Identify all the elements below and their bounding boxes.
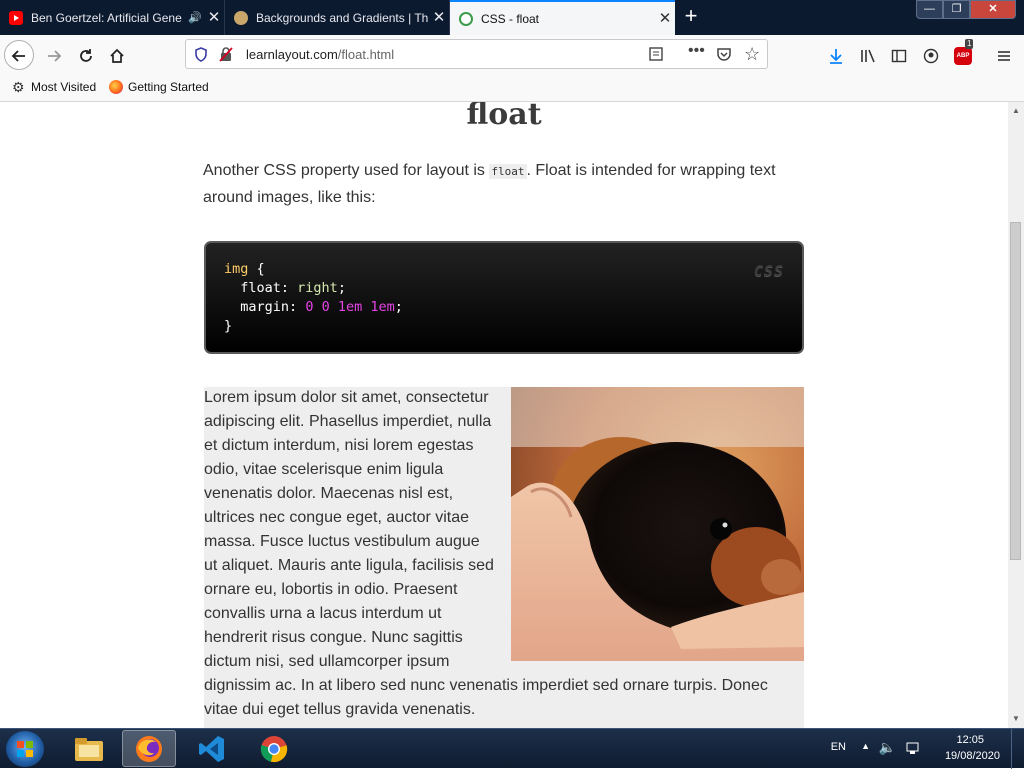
volume-icon[interactable]: 🔈 bbox=[879, 739, 896, 756]
close-window-button[interactable]: ✕ bbox=[970, 0, 1016, 19]
lorem-paragraph: Lorem ipsum dolor sit amet, consectetur … bbox=[204, 389, 768, 718]
shield-icon[interactable] bbox=[194, 47, 208, 67]
bookmark-label: Most Visited bbox=[31, 80, 97, 94]
clock-time[interactable]: 12:05 bbox=[956, 734, 984, 746]
new-tab-button[interactable]: + bbox=[678, 3, 704, 31]
scroll-up-arrow[interactable]: ▲ bbox=[1008, 106, 1024, 115]
tab-title: Backgrounds and Gradients | Th bbox=[256, 10, 429, 25]
scroll-down-arrow[interactable]: ▼ bbox=[1008, 714, 1024, 723]
bookmark-label: Getting Started bbox=[128, 80, 209, 94]
adblock-icon[interactable]: ABP 1 bbox=[949, 39, 977, 69]
tab-title: Ben Goertzel: Artificial Gene bbox=[31, 10, 182, 25]
reader-view-icon[interactable] bbox=[648, 46, 664, 67]
nav-toolbar: learnlayout.com/float.html ••• ☆ ABP 1 bbox=[0, 35, 1024, 75]
page-title: float bbox=[466, 102, 542, 132]
maximize-button[interactable]: ❐ bbox=[943, 0, 970, 19]
firefox-icon bbox=[109, 80, 123, 94]
chrome-icon[interactable] bbox=[247, 730, 301, 767]
library-icon[interactable] bbox=[854, 41, 882, 69]
show-desktop-button[interactable] bbox=[1011, 729, 1024, 769]
windows-taskbar: EN ▲ 🔈 12:05 19/08/2020 bbox=[0, 728, 1024, 769]
start-button[interactable] bbox=[6, 731, 44, 767]
menu-icon[interactable] bbox=[990, 41, 1018, 69]
page-content: float Another CSS property used for layo… bbox=[0, 102, 1008, 728]
vscode-icon[interactable] bbox=[185, 730, 239, 767]
close-tab-icon[interactable]: ✕ bbox=[204, 9, 224, 26]
page-actions-icon[interactable]: ••• bbox=[688, 42, 705, 60]
sidebar-icon[interactable] bbox=[885, 41, 913, 69]
gear-icon: ⚙ bbox=[12, 79, 25, 95]
download-icon[interactable] bbox=[822, 41, 850, 69]
youtube-icon bbox=[9, 10, 23, 25]
tab-css-float[interactable]: CSS - float ✕ bbox=[450, 0, 675, 35]
back-button[interactable] bbox=[4, 40, 34, 70]
close-tab-icon[interactable]: ✕ bbox=[429, 9, 449, 26]
address-bar[interactable]: learnlayout.com/float.html ••• ☆ bbox=[185, 39, 768, 69]
tab-strip: Ben Goertzel: Artificial Gene 🔊 ✕ Backgr… bbox=[0, 0, 1024, 35]
account-icon[interactable] bbox=[917, 41, 945, 69]
bookmark-most-visited[interactable]: ⚙ Most Visited bbox=[12, 80, 96, 94]
bookmark-getting-started[interactable]: Getting Started bbox=[109, 80, 209, 94]
explorer-icon[interactable] bbox=[62, 730, 116, 767]
vertical-scrollbar[interactable]: ▲ ▼ bbox=[1008, 102, 1024, 728]
url-text[interactable]: learnlayout.com/float.html bbox=[246, 47, 394, 62]
home-button[interactable] bbox=[103, 41, 131, 69]
clock-date[interactable]: 19/08/2020 bbox=[945, 750, 1000, 762]
firefox-taskbar-icon[interactable] bbox=[122, 730, 176, 767]
inline-code: float bbox=[489, 164, 527, 179]
tab-title: CSS - float bbox=[481, 11, 540, 26]
site-icon bbox=[234, 10, 248, 25]
bookmark-star-icon[interactable]: ☆ bbox=[744, 44, 760, 65]
pocket-icon[interactable] bbox=[716, 46, 732, 67]
code-example: CSS img { float: right; margin: 0 0 1em … bbox=[204, 241, 804, 354]
intro-paragraph: Another CSS property used for layout is … bbox=[203, 162, 776, 206]
code-language-label: CSS bbox=[753, 262, 784, 280]
tab-ben-goertzel[interactable]: Ben Goertzel: Artificial Gene 🔊 ✕ bbox=[0, 0, 225, 35]
minimize-button[interactable]: — bbox=[916, 0, 943, 19]
network-icon[interactable] bbox=[906, 741, 922, 758]
tab-backgrounds-gradients[interactable]: Backgrounds and Gradients | Th ✕ bbox=[225, 0, 450, 35]
forward-button[interactable] bbox=[40, 41, 68, 69]
float-demo: Lorem ipsum dolor sit amet, consectetur … bbox=[204, 387, 804, 728]
insecure-lock-icon[interactable] bbox=[219, 47, 233, 67]
close-tab-icon[interactable]: ✕ bbox=[655, 10, 675, 27]
layout-icon bbox=[459, 11, 473, 26]
reload-button[interactable] bbox=[72, 41, 100, 69]
code-block: img { float: right; margin: 0 0 1em 1em;… bbox=[224, 261, 403, 334]
scroll-thumb[interactable] bbox=[1010, 222, 1021, 560]
language-indicator[interactable]: EN bbox=[831, 741, 846, 753]
show-hidden-icons[interactable]: ▲ bbox=[861, 741, 870, 751]
bookmarks-toolbar: ⚙ Most Visited Getting Started bbox=[0, 75, 1024, 102]
window-controls: — ❐ ✕ bbox=[916, 0, 1016, 19]
addon-badge: 1 bbox=[965, 39, 974, 49]
speaker-icon[interactable]: 🔊 bbox=[188, 11, 202, 24]
